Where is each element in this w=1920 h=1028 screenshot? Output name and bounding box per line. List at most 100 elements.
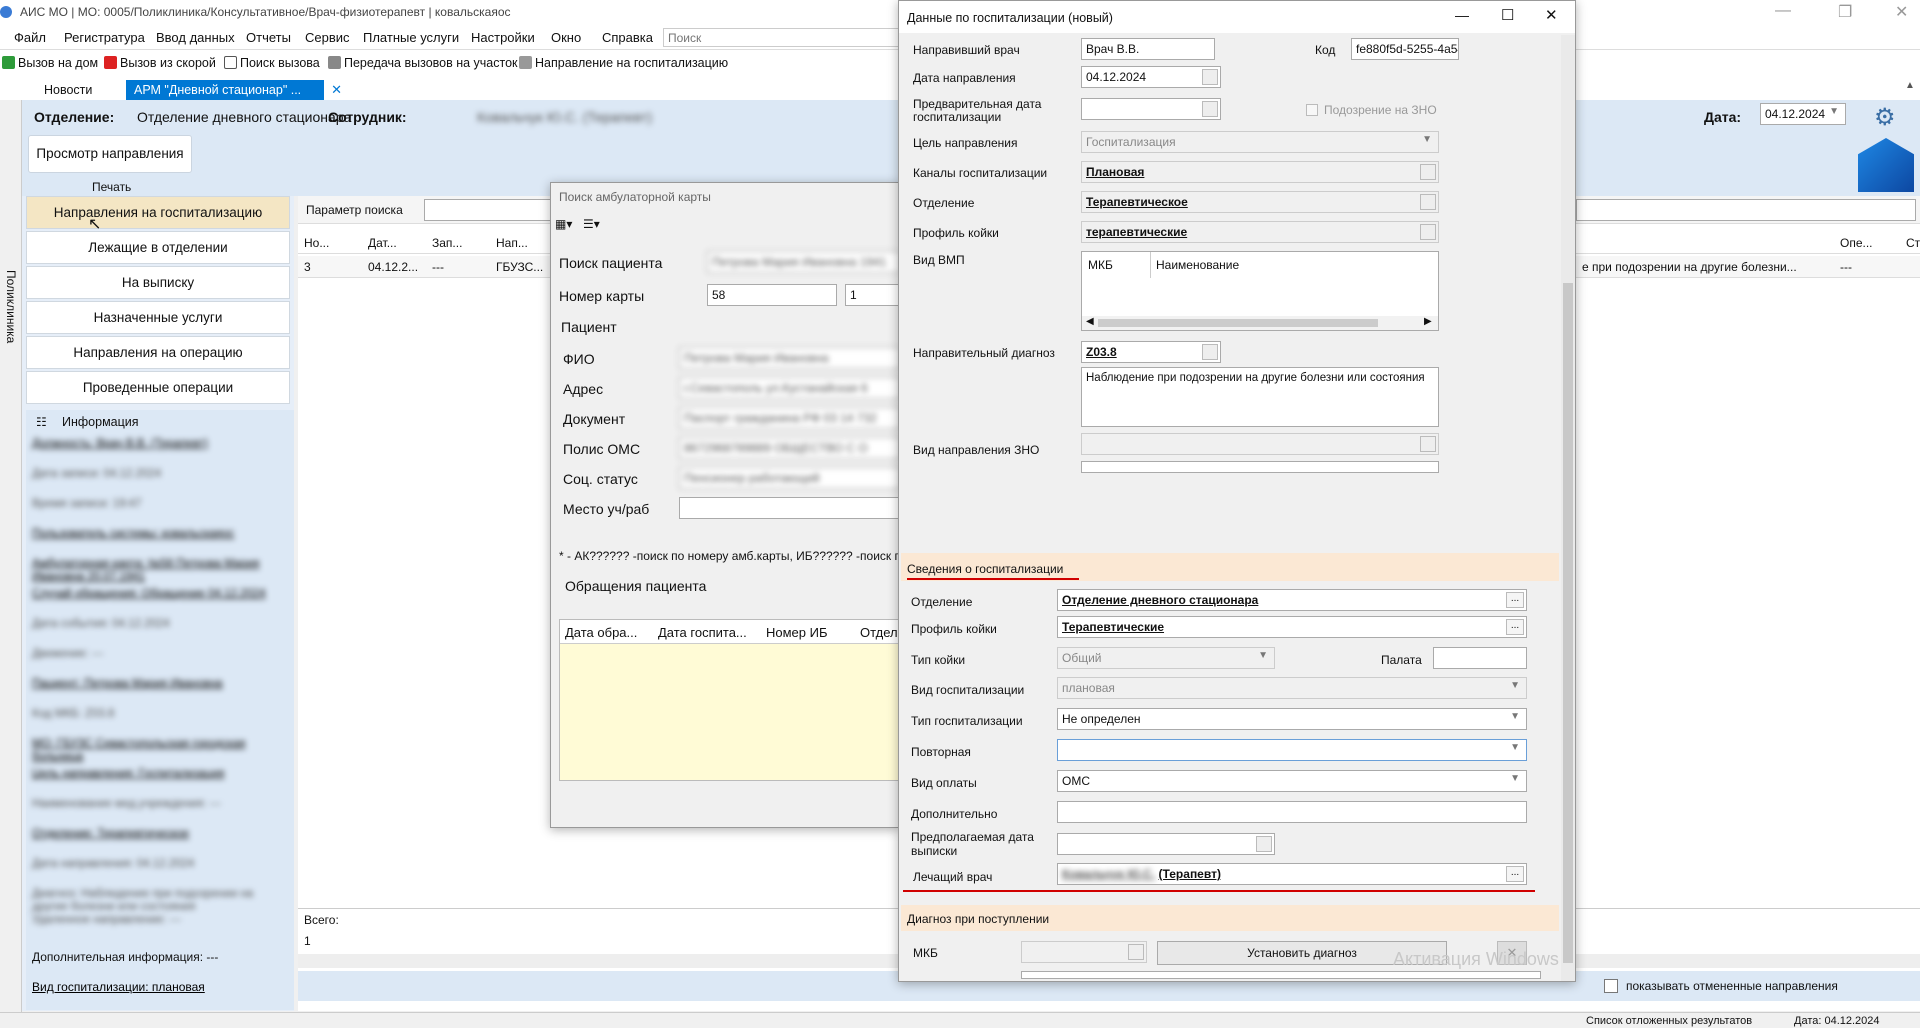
status-deferred[interactable]: Список отложенных результатов bbox=[1586, 1015, 1752, 1027]
ambulance-call-button[interactable]: Вызов из скорой bbox=[104, 56, 216, 70]
appeals-col-dept[interactable]: Отдел bbox=[860, 625, 898, 640]
appeals-col-ib[interactable]: Номер ИБ bbox=[766, 625, 828, 640]
work-place-field[interactable] bbox=[679, 497, 901, 519]
dropdown-icon[interactable] bbox=[1420, 436, 1436, 452]
hosp-type-select[interactable]: Не определен ▼ bbox=[1057, 708, 1527, 730]
card-number-input[interactable]: 58 bbox=[707, 284, 837, 306]
appeals-col-hosp-date[interactable]: Дата госпита... bbox=[658, 625, 747, 640]
partial-field[interactable] bbox=[1021, 971, 1541, 979]
discharge-date-field[interactable] bbox=[1057, 833, 1275, 855]
nav-operation-referrals[interactable]: Направления на операцию bbox=[26, 336, 290, 369]
nav-hosp-referrals[interactable]: Направления на госпитализацию bbox=[26, 196, 290, 229]
dropdown-icon[interactable] bbox=[1420, 164, 1436, 180]
hospitalization-referral-button[interactable]: Направление на госпитализацию bbox=[519, 56, 728, 70]
minimize-icon[interactable]: — bbox=[1775, 2, 1791, 20]
tab-scroll-icon[interactable]: ▲ bbox=[1905, 80, 1915, 91]
menu-reports[interactable]: Отчеты bbox=[246, 30, 291, 45]
diagnosis-text-area[interactable]: Наблюдение при подозрении на другие боле… bbox=[1081, 367, 1439, 427]
dialog-toolbar-icon[interactable]: ☰▾ bbox=[583, 217, 600, 231]
find-call-button[interactable]: Поиск вызова bbox=[224, 56, 320, 70]
nav-assigned-services[interactable]: Назначенные услуги bbox=[26, 301, 290, 334]
repeat-select[interactable]: ▼ bbox=[1057, 739, 1527, 761]
col-record[interactable]: Зап... bbox=[432, 236, 462, 250]
close-icon[interactable]: ✕ bbox=[1895, 2, 1908, 22]
close-icon[interactable]: ✕ bbox=[1545, 6, 1558, 24]
hosp-kind-select[interactable]: плановая ▼ bbox=[1057, 677, 1527, 699]
payment-select[interactable]: ОМС ▼ bbox=[1057, 770, 1527, 792]
dropdown-icon[interactable] bbox=[1202, 344, 1218, 360]
menu-data-entry[interactable]: Ввод данных bbox=[156, 30, 235, 45]
prelim-date-field[interactable] bbox=[1081, 98, 1221, 120]
social-status-field[interactable]: Пенсионер работающий bbox=[679, 467, 901, 489]
more-icon[interactable]: ... bbox=[1506, 866, 1524, 882]
search-param-input[interactable] bbox=[424, 199, 554, 221]
tab-close-icon[interactable]: ✕ bbox=[331, 82, 342, 98]
dialog-vscrollbar[interactable] bbox=[1561, 35, 1575, 981]
channels-field[interactable]: Плановая bbox=[1081, 161, 1439, 183]
nav-in-department[interactable]: Лежащие в отделении bbox=[26, 231, 290, 264]
address-field[interactable]: г.Севастополь ул.Кустанайская 6 bbox=[679, 377, 901, 399]
ward-field[interactable] bbox=[1433, 647, 1527, 669]
col-number[interactable]: Но... bbox=[304, 236, 329, 250]
bed-profile-field[interactable]: терапевтические bbox=[1081, 221, 1439, 243]
extra-field[interactable] bbox=[1057, 801, 1527, 823]
menu-registry[interactable]: Регистратура bbox=[64, 30, 145, 45]
more-icon[interactable]: ... bbox=[1506, 619, 1524, 635]
gear-icon[interactable]: ⚙ bbox=[1874, 103, 1896, 132]
menu-file[interactable]: Файл bbox=[14, 30, 46, 45]
info-hosp-type-link[interactable]: Вид госпитализации: плановая bbox=[32, 980, 205, 994]
vmp-col-name[interactable]: Наименование bbox=[1156, 258, 1239, 272]
scroll-thumb[interactable] bbox=[1098, 319, 1378, 327]
nav-performed-operations[interactable]: Проведенные операции bbox=[26, 371, 290, 404]
s-dept-field[interactable]: Отделение дневного стационара... bbox=[1057, 589, 1527, 611]
show-cancelled-checkbox[interactable] bbox=[1604, 979, 1618, 993]
code-field[interactable]: fe880f5d-5255-4a54 bbox=[1351, 38, 1459, 60]
zno-suspicion-checkbox[interactable] bbox=[1306, 104, 1318, 116]
document-field[interactable]: Паспорт гражданина РФ 03 14 732 bbox=[679, 407, 901, 429]
bed-type-select[interactable]: Общий ▼ bbox=[1057, 647, 1275, 669]
minimize-icon[interactable]: — bbox=[1455, 7, 1469, 23]
side-strip-label[interactable]: Поликлиника bbox=[4, 270, 18, 343]
menu-help[interactable]: Справка bbox=[602, 30, 653, 45]
tab-news[interactable]: Новости bbox=[36, 80, 100, 100]
view-referral-button[interactable]: Просмотр направления bbox=[28, 135, 192, 173]
dialog-toolbar-icon[interactable]: ▦▾ bbox=[555, 217, 572, 231]
goal-select[interactable]: Госпитализация ▼ bbox=[1081, 131, 1439, 153]
transfer-calls-button[interactable]: Передача вызовов на участок bbox=[328, 56, 518, 70]
restore-icon[interactable]: ❐ bbox=[1838, 2, 1852, 22]
maximize-icon[interactable]: ☐ bbox=[1501, 6, 1514, 24]
global-search-input[interactable] bbox=[663, 28, 903, 47]
grid-filter-input-right[interactable] bbox=[1576, 199, 1916, 221]
col-date[interactable]: Дат... bbox=[368, 236, 397, 250]
dropdown-icon[interactable] bbox=[1420, 194, 1436, 210]
nav-discharge[interactable]: На выписку bbox=[26, 266, 290, 299]
tab-day-hospital[interactable]: АРМ "Дневной стационар" ... ✕ bbox=[126, 80, 342, 100]
appeals-col-date[interactable]: Дата обра... bbox=[565, 625, 637, 640]
mkb-field[interactable] bbox=[1021, 941, 1147, 963]
calendar-icon[interactable] bbox=[1202, 69, 1218, 85]
menu-service[interactable]: Сервис bbox=[305, 30, 350, 45]
fio-field[interactable]: Петрова Мария Ивановна bbox=[679, 347, 901, 369]
scroll-thumb[interactable] bbox=[1563, 283, 1573, 963]
department-field[interactable]: Терапевтическое bbox=[1081, 191, 1439, 213]
zno-direction-field[interactable] bbox=[1081, 433, 1439, 455]
scroll-right-icon[interactable]: ▶ bbox=[1424, 316, 1432, 327]
vmp-hscrollbar[interactable]: ◀ ▶ bbox=[1082, 316, 1438, 330]
patient-search-input[interactable]: Петрова Мария Ивановна 1941 bbox=[707, 251, 901, 273]
diagnosis-code-field[interactable]: Z03.8 bbox=[1081, 341, 1221, 363]
calendar-icon[interactable] bbox=[1202, 101, 1218, 117]
menu-paid-services[interactable]: Платные услуги bbox=[363, 30, 459, 45]
col-referral[interactable]: Нап... bbox=[496, 236, 528, 250]
home-call-button[interactable]: Вызов на дом bbox=[2, 56, 98, 70]
dropdown-icon[interactable] bbox=[1128, 944, 1144, 960]
dropdown-icon[interactable] bbox=[1420, 224, 1436, 240]
vmp-col-mkb[interactable]: МКБ bbox=[1088, 258, 1113, 272]
calendar-icon[interactable] bbox=[1256, 836, 1272, 852]
scroll-left-icon[interactable]: ◀ bbox=[1086, 316, 1094, 327]
dir-date-field[interactable]: 04.12.2024 bbox=[1081, 66, 1221, 88]
extra-field-partial[interactable] bbox=[1081, 461, 1439, 473]
menu-settings[interactable]: Настройки bbox=[471, 30, 535, 45]
oms-field[interactable]: 8672968789889 ОБЩЕСТВО С О bbox=[679, 437, 901, 459]
col-status[interactable]: Ст bbox=[1906, 236, 1920, 250]
more-icon[interactable]: ... bbox=[1506, 592, 1524, 608]
